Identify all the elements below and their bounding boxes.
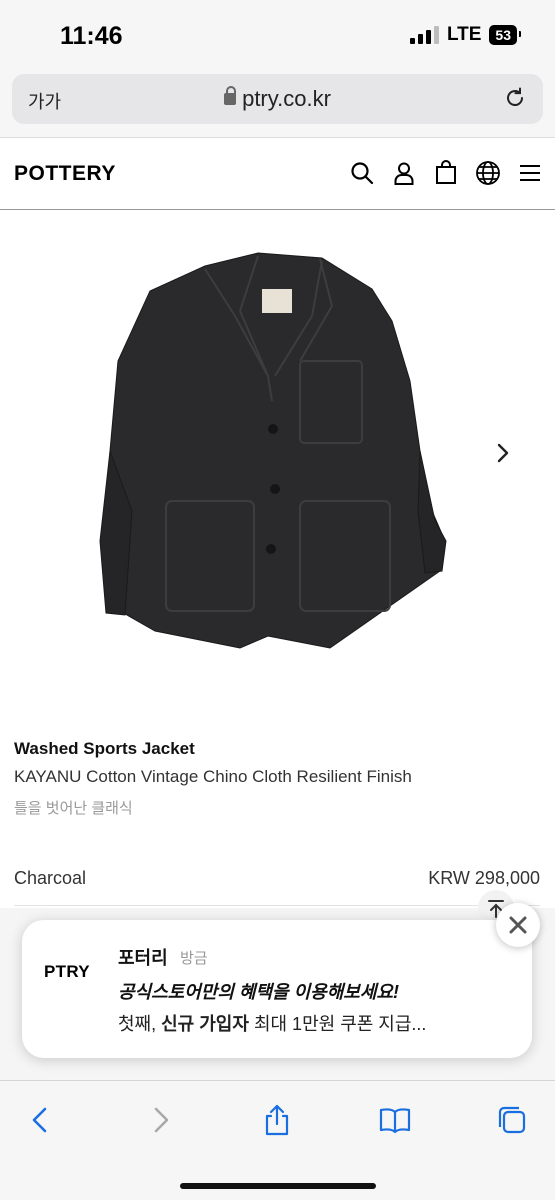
browser-address-area: 가가 ptry.co.kr: [0, 70, 555, 138]
notification-body: 첫째, 신규 가입자 최대 1만원 쿠폰 지급...: [118, 1010, 426, 1036]
status-bar: 11:46 LTE 53: [0, 0, 555, 70]
url-text: ptry.co.kr: [242, 86, 331, 111]
brand-logo[interactable]: POTTERY: [14, 162, 116, 186]
site-header: POTTERY: [0, 138, 555, 210]
product-description: 틀을 벗어난 클래식: [14, 800, 133, 817]
lock-icon: [224, 86, 237, 105]
search-icon[interactable]: [349, 160, 375, 186]
browser-toolbar: [0, 1080, 555, 1200]
back-icon[interactable]: [24, 1103, 58, 1137]
push-notification[interactable]: PTRY 포터리 방금 공식스토어만의 혜택을 이용해보세요! 첫째, 신규 가…: [22, 920, 532, 1058]
notification-app-logo: PTRY: [44, 962, 90, 981]
notification-body-suffix: 최대 1만원 쿠폰 지급...: [248, 1014, 427, 1034]
reload-icon[interactable]: [503, 86, 527, 110]
address-bar[interactable]: 가가 ptry.co.kr: [12, 74, 543, 124]
notification-time: 방금: [180, 950, 208, 967]
network-label: LTE: [446, 24, 482, 45]
jacket-illustration: [99, 252, 447, 649]
bookmarks-icon[interactable]: [378, 1103, 412, 1137]
forward-icon[interactable]: [143, 1103, 177, 1137]
product-image[interactable]: [0, 211, 555, 691]
menu-icon[interactable]: [517, 160, 543, 186]
tabs-icon[interactable]: [495, 1103, 529, 1137]
notification-body-prefix: 첫째,: [118, 1014, 162, 1034]
color-option-row[interactable]: Charcoal KRW 298,000: [14, 866, 540, 906]
home-indicator: [180, 1183, 376, 1189]
close-notification-button[interactable]: [496, 903, 540, 947]
shopping-bag-icon[interactable]: [433, 160, 459, 186]
share-icon[interactable]: [260, 1103, 294, 1137]
notification-title: 공식스토어만의 혜택을 이용해보세요!: [118, 982, 399, 1002]
status-indicators: LTE 53: [409, 24, 521, 46]
battery-icon: 53: [489, 25, 521, 45]
price: KRW 298,000: [428, 868, 540, 888]
product-name: Washed Sports Jacket: [14, 739, 195, 758]
next-image-arrow-icon[interactable]: [493, 441, 513, 465]
status-time: 11:46: [60, 22, 123, 50]
user-icon[interactable]: [391, 160, 417, 186]
color-name: Charcoal: [14, 868, 87, 888]
notification-body-bold: 신규 가입자: [161, 1014, 249, 1034]
product-subtitle: KAYANU Cotton Vintage Chino Cloth Resili…: [14, 767, 412, 786]
signal-icon: [409, 26, 439, 44]
url-field[interactable]: ptry.co.kr: [12, 86, 543, 112]
header-icons: [349, 160, 543, 186]
notification-app-name: 포터리: [118, 948, 168, 968]
globe-icon[interactable]: [475, 160, 501, 186]
